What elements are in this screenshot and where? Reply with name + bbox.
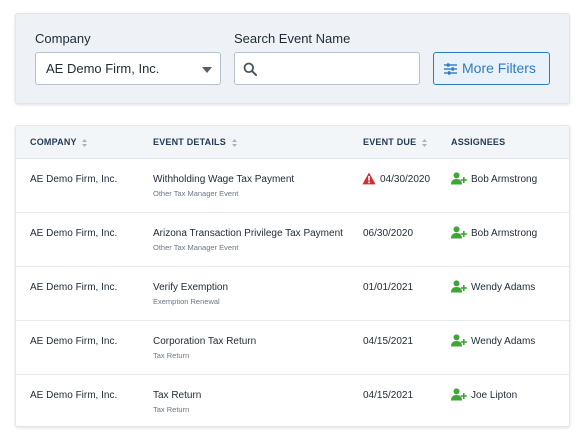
assignee-name: Wendy Adams bbox=[471, 282, 536, 293]
search-box[interactable] bbox=[234, 52, 420, 85]
event-type: Tax Return bbox=[153, 351, 190, 360]
table-header: COMPANY EVENT DETAILS EVENT DUE ASSIGNEE… bbox=[16, 126, 569, 159]
events-table: COMPANY EVENT DETAILS EVENT DUE ASSIGNEE… bbox=[15, 125, 570, 427]
due-date: 04/15/2021 bbox=[363, 336, 414, 347]
company-select[interactable]: AE Demo Firm, Inc. bbox=[35, 52, 221, 85]
search-icon bbox=[243, 62, 257, 76]
company-select-value: AE Demo Firm, Inc. bbox=[46, 61, 160, 76]
event-name[interactable]: Verify Exemption bbox=[153, 282, 228, 293]
person-add-icon[interactable] bbox=[451, 226, 467, 239]
event-type: Exemption Renewal bbox=[153, 297, 220, 306]
person-add-icon[interactable] bbox=[451, 280, 467, 293]
company-cell: AE Demo Firm, Inc. bbox=[30, 228, 118, 239]
table-row[interactable]: AE Demo Firm, Inc. Tax Return Tax Return… bbox=[16, 375, 569, 426]
event-name[interactable]: Arizona Transaction Privilege Tax Paymen… bbox=[153, 228, 343, 239]
assignee-name: Bob Armstrong bbox=[471, 174, 538, 185]
more-filters-button[interactable]: More Filters bbox=[433, 52, 550, 85]
due-date: 04/30/2020 bbox=[380, 174, 431, 185]
due-date: 04/15/2021 bbox=[363, 390, 414, 401]
event-type: Tax Return bbox=[153, 405, 190, 414]
event-name[interactable]: Withholding Wage Tax Payment bbox=[153, 174, 294, 185]
column-header-event-details[interactable]: EVENT DETAILS bbox=[153, 137, 237, 147]
table-row[interactable]: AE Demo Firm, Inc. Corporation Tax Retur… bbox=[16, 321, 569, 375]
search-label: Search Event Name bbox=[234, 31, 351, 46]
column-header-label: EVENT DUE bbox=[363, 137, 417, 147]
table-row[interactable]: AE Demo Firm, Inc. Arizona Transaction P… bbox=[16, 213, 569, 267]
due-date: 01/01/2021 bbox=[363, 282, 414, 293]
assignee-name: Joe Lipton bbox=[471, 390, 518, 401]
company-cell: AE Demo Firm, Inc. bbox=[30, 282, 118, 293]
column-header-company[interactable]: COMPANY bbox=[30, 137, 88, 147]
chevron-down-icon bbox=[202, 67, 212, 73]
company-label: Company bbox=[35, 31, 91, 46]
sort-icon bbox=[82, 138, 88, 147]
search-event-input[interactable] bbox=[265, 53, 415, 84]
event-name[interactable]: Corporation Tax Return bbox=[153, 336, 256, 347]
person-add-icon[interactable] bbox=[451, 334, 467, 347]
column-header-label: ASSIGNEES bbox=[451, 137, 506, 147]
sliders-icon bbox=[444, 63, 457, 75]
company-cell: AE Demo Firm, Inc. bbox=[30, 390, 118, 401]
table-row[interactable]: AE Demo Firm, Inc. Verify Exemption Exem… bbox=[16, 267, 569, 321]
person-add-icon[interactable] bbox=[451, 172, 467, 185]
company-cell: AE Demo Firm, Inc. bbox=[30, 336, 118, 347]
event-type: Other Tax Manager Event bbox=[153, 189, 239, 198]
company-cell: AE Demo Firm, Inc. bbox=[30, 174, 118, 185]
column-header-label: COMPANY bbox=[30, 137, 77, 147]
more-filters-label: More Filters bbox=[462, 60, 536, 76]
sort-icon bbox=[422, 138, 428, 147]
warning-icon bbox=[362, 172, 376, 185]
assignee-name: Bob Armstrong bbox=[471, 228, 538, 239]
column-header-label: EVENT DETAILS bbox=[153, 137, 226, 147]
sort-icon bbox=[231, 138, 237, 147]
assignee-name: Wendy Adams bbox=[471, 336, 536, 347]
filter-panel: Company AE Demo Firm, Inc. Search Event … bbox=[15, 13, 570, 104]
event-type: Other Tax Manager Event bbox=[153, 243, 239, 252]
person-add-icon[interactable] bbox=[451, 388, 467, 401]
column-header-event-due[interactable]: EVENT DUE bbox=[363, 137, 428, 147]
table-row[interactable]: AE Demo Firm, Inc. Withholding Wage Tax … bbox=[16, 159, 569, 213]
event-name[interactable]: Tax Return bbox=[153, 390, 201, 401]
column-header-assignees: ASSIGNEES bbox=[451, 137, 505, 147]
due-date: 06/30/2020 bbox=[363, 228, 414, 239]
